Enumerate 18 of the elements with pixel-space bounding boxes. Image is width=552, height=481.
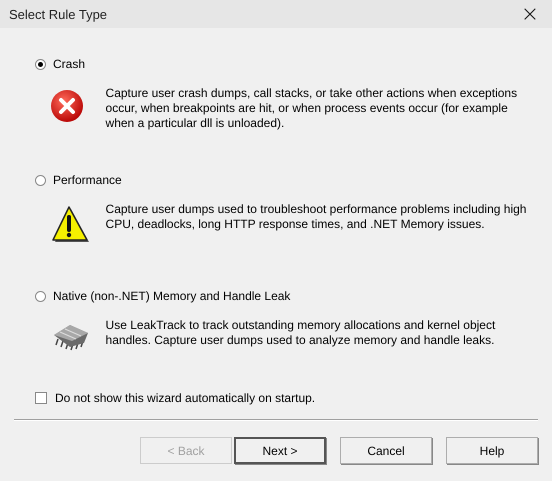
dialog-button[interactable]: Cancel bbox=[340, 437, 432, 464]
radio-button[interactable] bbox=[35, 58, 46, 70]
error-icon bbox=[50, 89, 84, 123]
checkbox-label[interactable]: Do not show this wizard automatically on startup. bbox=[55, 391, 316, 405]
radio-button[interactable] bbox=[35, 174, 46, 186]
radio-label[interactable]: Performance bbox=[53, 173, 122, 187]
dialog-button[interactable]: Help bbox=[446, 437, 538, 464]
description-text: Capture user crash dumps, call stacks, or take other actions when exceptions occur, when breakpoints are hit, or when process events occur (for example when a particular dll is unloaded). bbox=[106, 86, 518, 131]
dialog-button[interactable]: Next > bbox=[234, 437, 326, 464]
window-title: Select Rule Type bbox=[9, 6, 108, 22]
checkbox[interactable] bbox=[35, 392, 47, 404]
radio-label[interactable]: Native (non-.NET) Memory and Handle Leak bbox=[53, 289, 290, 303]
close-button[interactable]: × bbox=[508, 0, 552, 28]
warning-icon bbox=[50, 205, 90, 243]
description-text: Capture user dumps used to troubleshoot performance problems including high CPU, deadlocks, long HTTP response times, and .NET Memory issues. bbox=[106, 202, 528, 232]
radio-button[interactable] bbox=[35, 290, 46, 302]
radio-label[interactable]: Crash bbox=[53, 57, 86, 71]
description-text: Use LeakTrack to track outstanding memory allocations and kernel object handles. Capture user dumps used to analyze memory and handle leaks. bbox=[106, 318, 496, 348]
